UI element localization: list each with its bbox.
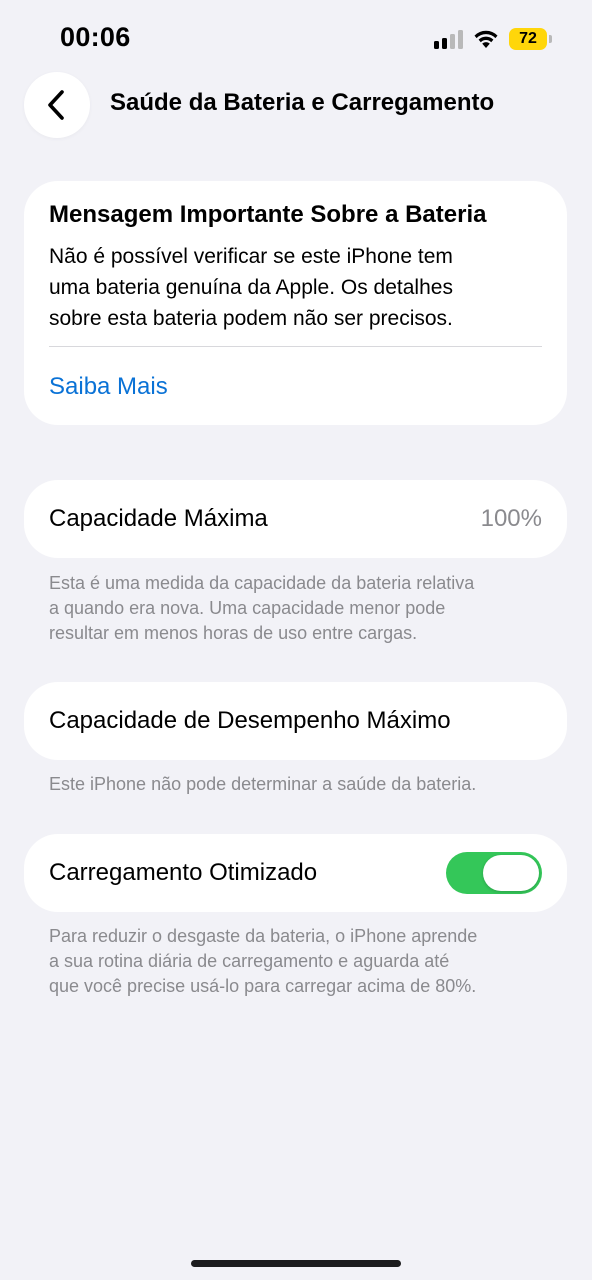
chevron-left-icon [48,90,64,120]
max-capacity-label: Capacidade Máxima [49,505,268,532]
status-icons: 72 [434,26,552,52]
message-line: Não é possível verificar se este iPhone … [49,245,453,268]
status-bar: 00:06 72 [0,0,592,80]
message-line: uma bateria genuína da Apple. Os detalhe… [49,276,453,299]
learn-more-link[interactable]: Saiba Mais [49,373,168,401]
battery-icon: 72 [509,28,552,50]
message-title: Mensagem Importante Sobre a Bateria [49,201,487,228]
message-line: sobre esta bateria podem não ser preciso… [49,307,453,330]
status-time: 00:06 [60,22,131,52]
peak-performance-row: Capacidade de Desempenho Máximo [24,682,567,760]
footnote-line: que você precise usá-lo para carregar ac… [49,976,477,996]
max-capacity-row: Capacidade Máxima 100% [24,480,567,558]
peak-performance-label: Capacidade de Desempenho Máximo [49,707,451,734]
max-capacity-footnote: Esta é uma medida da capacidade da bater… [49,571,549,646]
max-capacity-value: 100% [480,505,542,532]
footnote-line: a sua rotina diária de carregamento e ag… [49,951,450,971]
optimized-charging-footnote: Para reduzir o desgaste da bateria, o iP… [49,924,549,999]
divider [49,346,542,347]
important-message-card: Mensagem Importante Sobre a Bateria Não … [24,181,567,425]
home-indicator[interactable] [191,1260,401,1267]
toggle-knob [483,855,539,891]
footnote-line: a quando era nova. Uma capacidade menor … [49,598,446,618]
back-button[interactable] [24,72,90,138]
battery-level: 72 [509,28,547,50]
message-body: Não é possível verificar se este iPhone … [49,241,542,334]
optimized-charging-label: Carregamento Otimizado [49,859,318,886]
footnote-line: Esta é uma medida da capacidade da bater… [49,573,475,593]
wifi-icon [473,29,499,49]
footnote-line: Para reduzir o desgaste da bateria, o iP… [49,926,478,946]
peak-performance-footnote: Este iPhone não pode determinar a saúde … [49,774,477,794]
optimized-charging-toggle[interactable] [446,852,542,894]
signal-icon [434,29,463,49]
footnote-line: resultar em menos horas de uso entre car… [49,623,418,643]
optimized-charging-row: Carregamento Otimizado [24,834,567,912]
page-title: Saúde da Bateria e Carregamento [110,89,495,116]
